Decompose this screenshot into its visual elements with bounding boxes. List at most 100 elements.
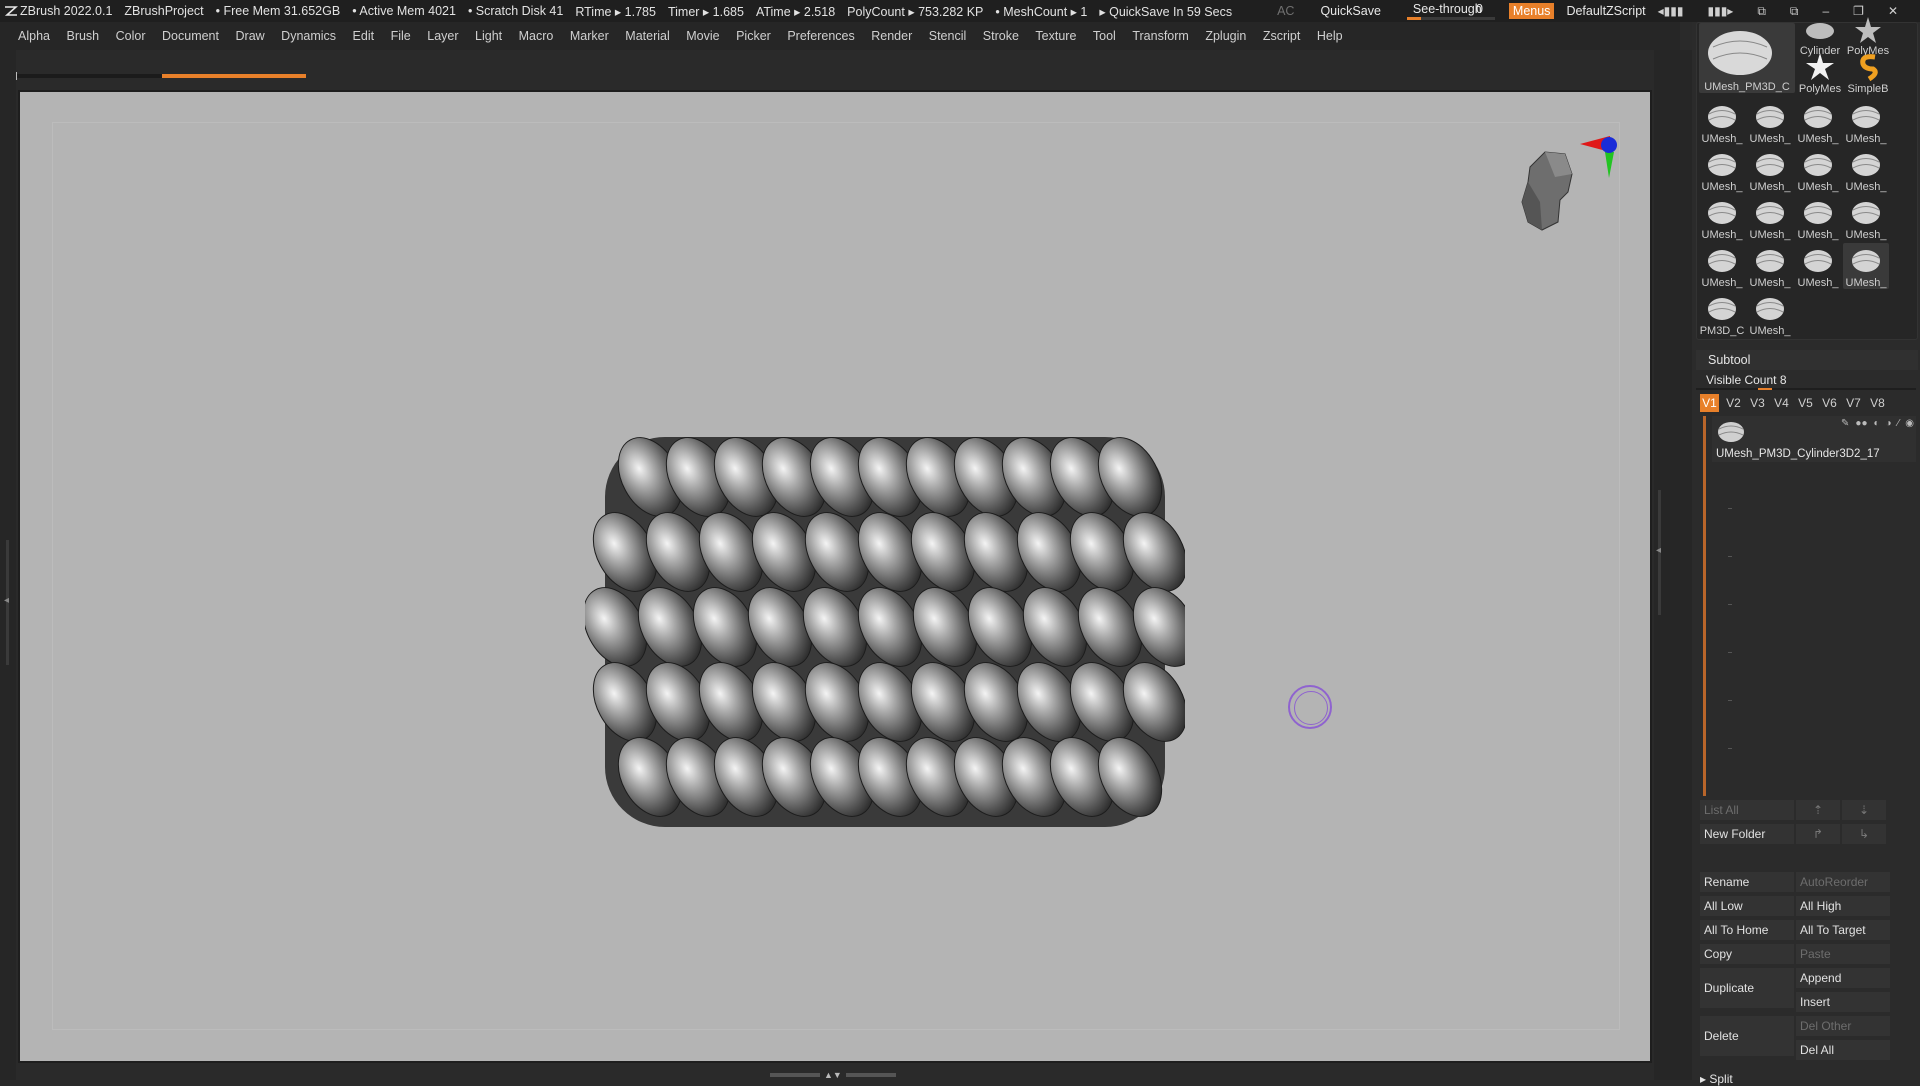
vtab-v8[interactable]: V8 xyxy=(1868,394,1887,412)
toggle-icon[interactable]: ●● xyxy=(1855,418,1867,429)
layout-prev-icon[interactable]: ◂▮▮▮ xyxy=(1658,4,1684,18)
menu-movie[interactable]: Movie xyxy=(686,29,719,43)
menu-stroke[interactable]: Stroke xyxy=(983,29,1019,43)
tool-thumb-umesh[interactable]: UMesh_ xyxy=(1795,147,1841,193)
tool-thumb-umesh[interactable]: UMesh_ xyxy=(1699,243,1745,289)
expand-up-icon[interactable]: ▲▼ xyxy=(824,1070,842,1080)
save-layout-icon[interactable]: ⧉ xyxy=(1757,4,1766,19)
duplicate-button[interactable]: Duplicate xyxy=(1700,968,1794,1008)
edit-icon[interactable]: ✎ xyxy=(1841,418,1849,429)
subtool-header[interactable]: Subtool xyxy=(1696,350,1918,370)
menu-layer[interactable]: Layer xyxy=(427,29,458,43)
ac-button[interactable]: AC xyxy=(1277,4,1294,18)
menu-document[interactable]: Document xyxy=(162,29,219,43)
menu-zplugin[interactable]: Zplugin xyxy=(1205,29,1246,43)
menu-zscript[interactable]: Zscript xyxy=(1263,29,1301,43)
polypaint-icon[interactable]: ◐ xyxy=(1874,418,1880,429)
tool-thumb-simplebrush[interactable]: SimpleB xyxy=(1845,49,1891,95)
autoreorder-button[interactable]: AutoReorder xyxy=(1796,872,1890,892)
tool-thumb-umesh[interactable]: UMesh_ xyxy=(1795,243,1841,289)
left-tray-arrow-icon[interactable]: ◂ xyxy=(4,595,9,606)
tool-thumb-current[interactable]: UMesh_PM3D_C xyxy=(1699,23,1795,93)
menu-macro[interactable]: Macro xyxy=(519,29,554,43)
tool-thumb-umesh[interactable]: UMesh_ xyxy=(1699,147,1745,193)
menu-material[interactable]: Material xyxy=(625,29,669,43)
vtab-v5[interactable]: V5 xyxy=(1796,394,1815,412)
navigation-gizmo[interactable] xyxy=(1510,122,1620,252)
move-down-icon[interactable]: ⇣ xyxy=(1842,800,1886,820)
insert-button[interactable]: Insert xyxy=(1796,992,1890,1012)
tool-thumb-umesh[interactable]: UMesh_ xyxy=(1843,147,1889,193)
subtool-scrollbar[interactable] xyxy=(1703,416,1706,796)
tool-thumb-umesh[interactable]: UMesh_ xyxy=(1843,195,1889,241)
vtab-v3[interactable]: V3 xyxy=(1748,394,1767,412)
visible-count-knob[interactable] xyxy=(1758,388,1772,390)
menu-alpha[interactable]: Alpha xyxy=(18,29,50,43)
tool-thumb-umesh[interactable]: UMesh_ xyxy=(1747,291,1793,337)
menu-transform[interactable]: Transform xyxy=(1132,29,1189,43)
folder-down-icon[interactable]: ↳ xyxy=(1842,824,1886,844)
default-zscript-button[interactable]: DefaultZScript xyxy=(1566,4,1645,18)
all-high-button[interactable]: All High xyxy=(1796,896,1890,916)
new-folder-button[interactable]: New Folder xyxy=(1700,824,1794,844)
all-to-target-button[interactable]: All To Target xyxy=(1796,920,1890,940)
split-section-header[interactable]: ▸ Split xyxy=(1700,1072,1733,1086)
menu-edit[interactable]: Edit xyxy=(353,29,375,43)
eye-icon[interactable]: ◉ xyxy=(1905,418,1914,429)
dynamesh-icon[interactable]: ◑ xyxy=(1886,418,1892,429)
folder-up-icon[interactable]: ↱ xyxy=(1796,824,1840,844)
copy-button[interactable]: Copy xyxy=(1700,944,1794,964)
delete-button[interactable]: Delete xyxy=(1700,1016,1794,1056)
see-through-knob[interactable] xyxy=(1406,17,1421,20)
menu-help[interactable]: Help xyxy=(1317,29,1343,43)
braided-cylinder-mesh[interactable] xyxy=(585,427,1185,837)
project-name[interactable]: ZBrushProject xyxy=(124,4,203,18)
tool-thumb-umesh[interactable]: UMesh_ xyxy=(1795,195,1841,241)
rename-button[interactable]: Rename xyxy=(1700,872,1794,892)
menu-tool[interactable]: Tool xyxy=(1093,29,1116,43)
paste-button[interactable]: Paste xyxy=(1796,944,1890,964)
tool-thumb-umesh[interactable]: UMesh_ xyxy=(1795,99,1841,145)
tool-thumb-umesh[interactable]: UMesh_ xyxy=(1747,195,1793,241)
menu-picker[interactable]: Picker xyxy=(736,29,771,43)
menus-toggle[interactable]: Menus xyxy=(1508,3,1555,19)
menu-light[interactable]: Light xyxy=(475,29,502,43)
all-to-home-button[interactable]: All To Home xyxy=(1700,920,1794,940)
menu-brush[interactable]: Brush xyxy=(66,29,99,43)
move-up-icon[interactable]: ⇡ xyxy=(1796,800,1840,820)
subtool-item[interactable]: ✎ ●● ◐ ◑ ⁄ ◉ UMesh_PM3D_Cylinder3D2_17 xyxy=(1712,416,1916,462)
layout-next-icon[interactable]: ▮▮▮▸ xyxy=(1707,4,1733,18)
append-button[interactable]: Append xyxy=(1796,968,1890,988)
quicksave-button[interactable]: QuickSave xyxy=(1320,4,1380,18)
menu-marker[interactable]: Marker xyxy=(570,29,609,43)
menu-stencil[interactable]: Stencil xyxy=(929,29,967,43)
menu-draw[interactable]: Draw xyxy=(236,29,265,43)
brush-icon[interactable]: ⁄ xyxy=(1898,418,1900,429)
list-all-button[interactable]: List All xyxy=(1700,800,1794,820)
menu-dynamics[interactable]: Dynamics xyxy=(281,29,336,43)
menu-texture[interactable]: Texture xyxy=(1035,29,1076,43)
tool-thumb-umesh[interactable]: UMesh_ xyxy=(1699,195,1745,241)
tool-thumb-umesh[interactable]: UMesh_ xyxy=(1747,147,1793,193)
tool-thumb-umesh[interactable]: UMesh_ xyxy=(1747,99,1793,145)
vtab-v2[interactable]: V2 xyxy=(1724,394,1743,412)
vtab-v1[interactable]: V1 xyxy=(1700,394,1719,412)
vtab-v6[interactable]: V6 xyxy=(1820,394,1839,412)
menu-file[interactable]: File xyxy=(391,29,411,43)
right-tray-arrow-icon[interactable]: ◂ xyxy=(1656,545,1661,556)
bottom-tray-handle[interactable]: ▲▼ xyxy=(770,1070,900,1080)
tool-thumb-umesh[interactable]: UMesh_ xyxy=(1747,243,1793,289)
visible-count-slider[interactable]: Visible Count 8 xyxy=(1696,372,1918,390)
vtab-v7[interactable]: V7 xyxy=(1844,394,1863,412)
tool-thumb-umesh[interactable]: UMesh_ xyxy=(1843,243,1889,289)
vtab-v4[interactable]: V4 xyxy=(1772,394,1791,412)
tool-thumb-umesh[interactable]: UMesh_ xyxy=(1699,99,1745,145)
document-canvas[interactable] xyxy=(18,90,1652,1063)
tool-thumb-polymesh-star[interactable]: PolyMes xyxy=(1797,49,1843,95)
menu-preferences[interactable]: Preferences xyxy=(787,29,854,43)
see-through-slider[interactable]: See-through 0 xyxy=(1406,2,1497,20)
tool-thumb-umesh[interactable]: PM3D_C xyxy=(1699,291,1745,337)
all-low-button[interactable]: All Low xyxy=(1700,896,1794,916)
menu-render[interactable]: Render xyxy=(871,29,912,43)
tool-thumb-umesh[interactable]: UMesh_ xyxy=(1843,99,1889,145)
